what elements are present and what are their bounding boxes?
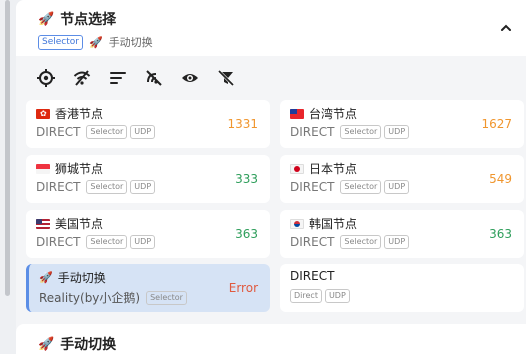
proxy-name: ✿ 香港节点 xyxy=(36,105,103,122)
proxy-card[interactable]: 韩国节点 DIRECT Selector UDP 363 xyxy=(280,210,524,258)
chip: Direct xyxy=(290,289,322,303)
sort-icon[interactable] xyxy=(108,68,128,88)
proxy-name: DIRECT xyxy=(290,269,335,283)
latency-value[interactable]: 363 xyxy=(235,227,258,241)
filter-off-icon[interactable] xyxy=(216,68,236,88)
chip: Selector xyxy=(340,235,382,249)
proxy-type-line: Direct UDP xyxy=(290,289,350,303)
proxy-type-line: DIRECT Selector UDP xyxy=(290,125,410,139)
wifi-off-icon[interactable] xyxy=(72,68,92,88)
chip: UDP xyxy=(130,125,156,139)
next-group-title: 🚀 手动切换 xyxy=(38,336,117,353)
proxy-card[interactable]: 日本节点 DIRECT Selector UDP 549 xyxy=(280,155,524,203)
proxy-type: Reality(by小企鹅) xyxy=(39,291,141,305)
chevron-up-icon[interactable] xyxy=(498,20,514,36)
proxy-type: DIRECT xyxy=(290,180,335,194)
latency-value[interactable]: Error xyxy=(229,281,258,295)
proxy-type-line: DIRECT Selector UDP xyxy=(290,180,410,194)
rocket-icon: 🚀 xyxy=(88,35,103,49)
group-toolbar xyxy=(36,68,236,88)
jp-flag-icon xyxy=(290,163,304,174)
next-group-header[interactable]: 🚀 手动切换 xyxy=(16,324,526,354)
kr-flag-icon xyxy=(290,218,304,229)
chip: UDP xyxy=(324,289,350,303)
group-subtitle: Selector 🚀 手动切换 xyxy=(38,34,153,50)
proxy-card[interactable]: 台湾节点 DIRECT Selector UDP 1627 xyxy=(280,100,524,148)
tw-flag-icon xyxy=(290,108,304,119)
chip: Selector xyxy=(340,180,382,194)
proxy-type: DIRECT xyxy=(36,235,81,249)
proxy-name: 台湾节点 xyxy=(290,105,357,122)
proxy-type-line: DIRECT Selector UDP xyxy=(36,125,156,139)
proxy-type-line: DIRECT Selector UDP xyxy=(290,235,410,249)
scrollbar[interactable] xyxy=(5,0,10,296)
proxy-type: DIRECT xyxy=(36,180,81,194)
proxy-name: 🚀 手动切换 xyxy=(39,271,106,285)
rocket-icon: 🚀 xyxy=(38,11,55,27)
proxy-type-line: DIRECT Selector UDP xyxy=(36,235,156,249)
chip: UDP xyxy=(130,180,156,194)
latency-value[interactable]: 1627 xyxy=(481,117,512,131)
chip: UDP xyxy=(384,180,410,194)
proxy-type-line: DIRECT Selector UDP xyxy=(36,180,156,194)
chip: Selector xyxy=(86,180,128,194)
proxy-name: 狮城节点 xyxy=(36,160,103,177)
group-title: 🚀 节点选择 xyxy=(38,9,116,29)
proxy-card[interactable]: 美国节点 DIRECT Selector UDP 363 xyxy=(26,210,270,258)
proxy-card-selected[interactable]: 🚀 手动切换 Reality(by小企鹅) Selector Error xyxy=(26,264,270,312)
test-latency-icon[interactable] xyxy=(144,68,164,88)
group-current-proxy: 手动切换 xyxy=(108,36,153,49)
proxy-name: 美国节点 xyxy=(36,215,103,232)
proxy-card[interactable]: 狮城节点 DIRECT Selector UDP 333 xyxy=(26,155,270,203)
chip: Selector xyxy=(86,235,128,249)
group-title-text: 节点选择 xyxy=(60,12,117,28)
rocket-icon: 🚀 xyxy=(38,336,55,352)
proxy-group-header[interactable]: 🚀 节点选择 Selector 🚀 手动切换 xyxy=(16,0,526,56)
chip: UDP xyxy=(130,235,156,249)
latency-value[interactable]: 549 xyxy=(489,172,512,186)
sg-flag-icon xyxy=(36,163,50,174)
proxy-type: DIRECT xyxy=(290,235,335,249)
proxy-name: 日本节点 xyxy=(290,160,357,177)
latency-value[interactable]: 363 xyxy=(489,227,512,241)
proxy-card[interactable]: ✿ 香港节点 DIRECT Selector UDP 1331 xyxy=(26,100,270,148)
proxy-card[interactable]: DIRECT Direct UDP xyxy=(280,264,524,312)
chip: Selector xyxy=(146,290,187,305)
eye-icon[interactable] xyxy=(180,68,200,88)
group-type-chip: Selector xyxy=(38,34,83,50)
proxy-type-line: Reality(by小企鹅) Selector xyxy=(39,289,187,306)
latency-value[interactable]: 1331 xyxy=(227,117,258,131)
latency-value[interactable]: 333 xyxy=(235,172,258,186)
chip: UDP xyxy=(384,235,410,249)
us-flag-icon xyxy=(36,218,50,229)
locate-icon[interactable] xyxy=(36,68,56,88)
chip: Selector xyxy=(86,125,128,139)
rocket-icon: 🚀 xyxy=(39,271,53,284)
proxy-type: DIRECT xyxy=(36,125,81,139)
chip: UDP xyxy=(384,125,410,139)
chip: Selector xyxy=(340,125,382,139)
proxy-group-panel: 🚀 节点选择 Selector 🚀 手动切换 ✿ 香港节点 DIRECT Sel… xyxy=(16,0,526,330)
proxy-type: DIRECT xyxy=(290,125,335,139)
proxy-name: 韩国节点 xyxy=(290,215,357,232)
hk-flag-icon: ✿ xyxy=(36,108,50,119)
